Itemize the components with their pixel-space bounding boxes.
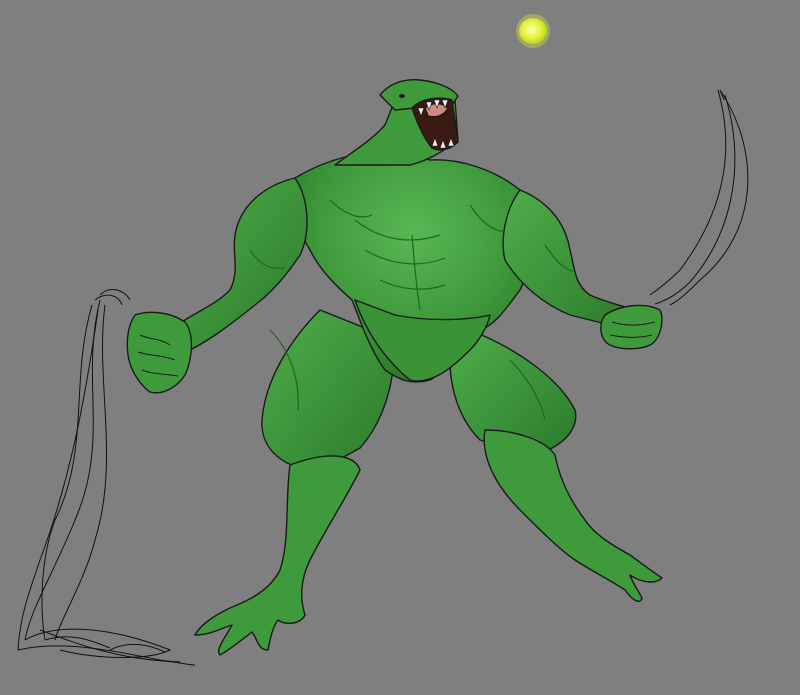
glowing-orb — [516, 14, 550, 48]
eye — [399, 94, 405, 98]
artwork-canvas — [0, 0, 800, 695]
lizard-body — [126, 78, 663, 656]
blade-sketch — [649, 89, 749, 306]
lizard-warrior-illustration — [17, 14, 749, 666]
